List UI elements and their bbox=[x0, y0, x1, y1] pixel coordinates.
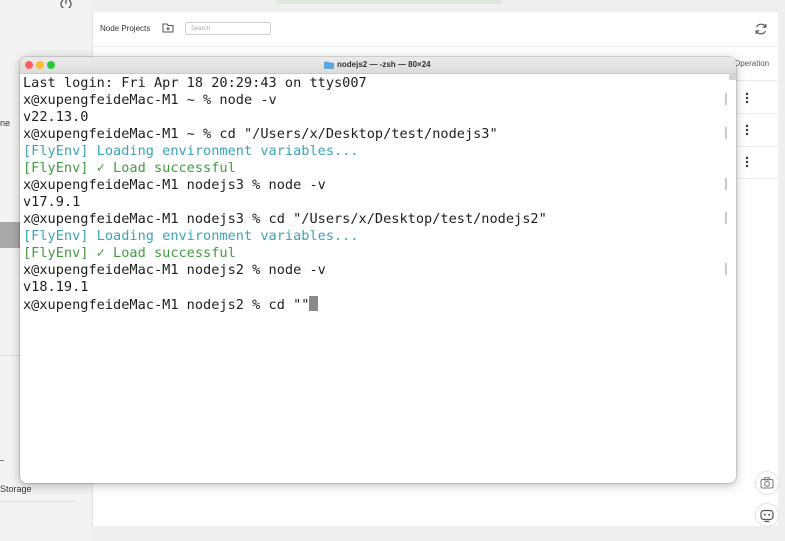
terminal-line: [FlyEnv] ✓ Load successful bbox=[23, 160, 723, 177]
terminal-line-text: [FlyEnv] ✓ Load successful bbox=[23, 245, 236, 261]
line-marker bbox=[725, 212, 727, 224]
terminal-line: v17.9.1 bbox=[23, 194, 723, 211]
terminal-line-text: [FlyEnv] Loading environment variables..… bbox=[23, 228, 359, 244]
sidebar-item-label[interactable]: Storage bbox=[0, 484, 32, 494]
panel-header: Node Projects Search bbox=[93, 12, 778, 47]
camera-icon bbox=[760, 477, 774, 489]
terminal-title: nodejs2 — -zsh — 80×24 bbox=[324, 60, 431, 69]
terminal-line: Last login: Fri Apr 18 20:29:43 on ttys0… bbox=[23, 75, 723, 92]
terminal-line-text: x@xupengfeideMac-M1 ~ % node -v bbox=[23, 92, 277, 108]
more-icon[interactable] bbox=[745, 92, 749, 104]
terminal-line: [FlyEnv] ✓ Load successful bbox=[23, 245, 723, 262]
terminal-line-text: x@xupengfeideMac-M1 ~ % cd "/Users/x/Des… bbox=[23, 126, 498, 142]
folder-icon bbox=[324, 61, 334, 69]
terminal-line-text: [FlyEnv] Loading environment variables..… bbox=[23, 143, 359, 159]
sidebar-divider bbox=[0, 355, 20, 356]
minimize-window-button[interactable] bbox=[36, 61, 44, 69]
terminal-line: [FlyEnv] Loading environment variables..… bbox=[23, 228, 723, 245]
panel-title: Node Projects bbox=[100, 24, 151, 33]
terminal-title-text: nodejs2 — -zsh — 80×24 bbox=[337, 60, 431, 69]
terminal-line-text: v18.19.1 bbox=[23, 279, 89, 295]
terminal-line-text: x@xupengfeideMac-M1 nodejs2 % node -v bbox=[23, 262, 326, 278]
terminal-line: x@xupengfeideMac-M1 nodejs2 % cd "" bbox=[23, 296, 723, 313]
operation-column-header: Operation bbox=[734, 59, 770, 68]
terminal-window[interactable]: nodejs2 — -zsh — 80×24 Last login: Fri A… bbox=[20, 57, 736, 483]
terminal-line: x@xupengfeideMac-M1 nodejs3 % cd "/Users… bbox=[23, 211, 723, 228]
screenshot-button[interactable] bbox=[755, 471, 779, 495]
terminal-line: v22.13.0 bbox=[23, 109, 723, 126]
sidebar-divider bbox=[0, 460, 4, 461]
power-icon[interactable] bbox=[59, 0, 73, 8]
table-row-divider bbox=[736, 146, 778, 147]
more-icon[interactable] bbox=[745, 156, 749, 168]
table-row-divider bbox=[736, 178, 778, 179]
search-input[interactable]: Search bbox=[185, 22, 271, 35]
table-row-divider bbox=[736, 113, 778, 114]
scrollbar-thumb[interactable] bbox=[729, 73, 736, 80]
terminal-line-text: x@xupengfeideMac-M1 nodejs3 % cd "/Users… bbox=[23, 211, 547, 227]
terminal-line: x@xupengfeideMac-M1 ~ % node -v bbox=[23, 92, 723, 109]
terminal-line-text: Last login: Fri Apr 18 20:29:43 on ttys0… bbox=[23, 75, 367, 91]
line-marker bbox=[725, 263, 727, 275]
assistant-button[interactable] bbox=[755, 503, 779, 527]
close-window-button[interactable] bbox=[25, 61, 33, 69]
terminal-line-text: x@xupengfeideMac-M1 nodejs2 % cd "" bbox=[23, 297, 310, 313]
text-cursor bbox=[309, 296, 319, 311]
sidebar-item-label[interactable]: ne bbox=[0, 118, 10, 128]
terminal-line: v18.19.1 bbox=[23, 279, 723, 296]
line-marker bbox=[725, 178, 727, 190]
terminal-output[interactable]: Last login: Fri Apr 18 20:29:43 on ttys0… bbox=[23, 75, 723, 313]
line-marker bbox=[725, 93, 727, 105]
terminal-line-text: v17.9.1 bbox=[23, 194, 81, 210]
terminal-line: x@xupengfeideMac-M1 ~ % cd "/Users/x/Des… bbox=[23, 126, 723, 143]
terminal-line: x@xupengfeideMac-M1 nodejs3 % node -v bbox=[23, 177, 723, 194]
maximize-window-button[interactable] bbox=[47, 61, 55, 69]
sidebar-divider bbox=[0, 501, 76, 502]
terminal-line-text: x@xupengfeideMac-M1 nodejs3 % node -v bbox=[23, 177, 326, 193]
more-icon[interactable] bbox=[745, 124, 749, 136]
terminal-titlebar[interactable]: nodejs2 — -zsh — 80×24 bbox=[20, 57, 736, 74]
refresh-icon[interactable] bbox=[754, 22, 768, 36]
terminal-line: [FlyEnv] Loading environment variables..… bbox=[23, 143, 723, 160]
line-marker bbox=[725, 127, 727, 139]
terminal-line-text: [FlyEnv] ✓ Load successful bbox=[23, 160, 236, 176]
top-status-strip bbox=[277, 0, 501, 4]
robot-icon bbox=[760, 509, 774, 523]
terminal-line-text: v22.13.0 bbox=[23, 109, 89, 125]
add-folder-icon[interactable] bbox=[162, 22, 174, 33]
sidebar-active-item[interactable] bbox=[0, 222, 20, 248]
table-row-divider bbox=[736, 80, 778, 81]
terminal-line: x@xupengfeideMac-M1 nodejs2 % node -v bbox=[23, 262, 723, 279]
